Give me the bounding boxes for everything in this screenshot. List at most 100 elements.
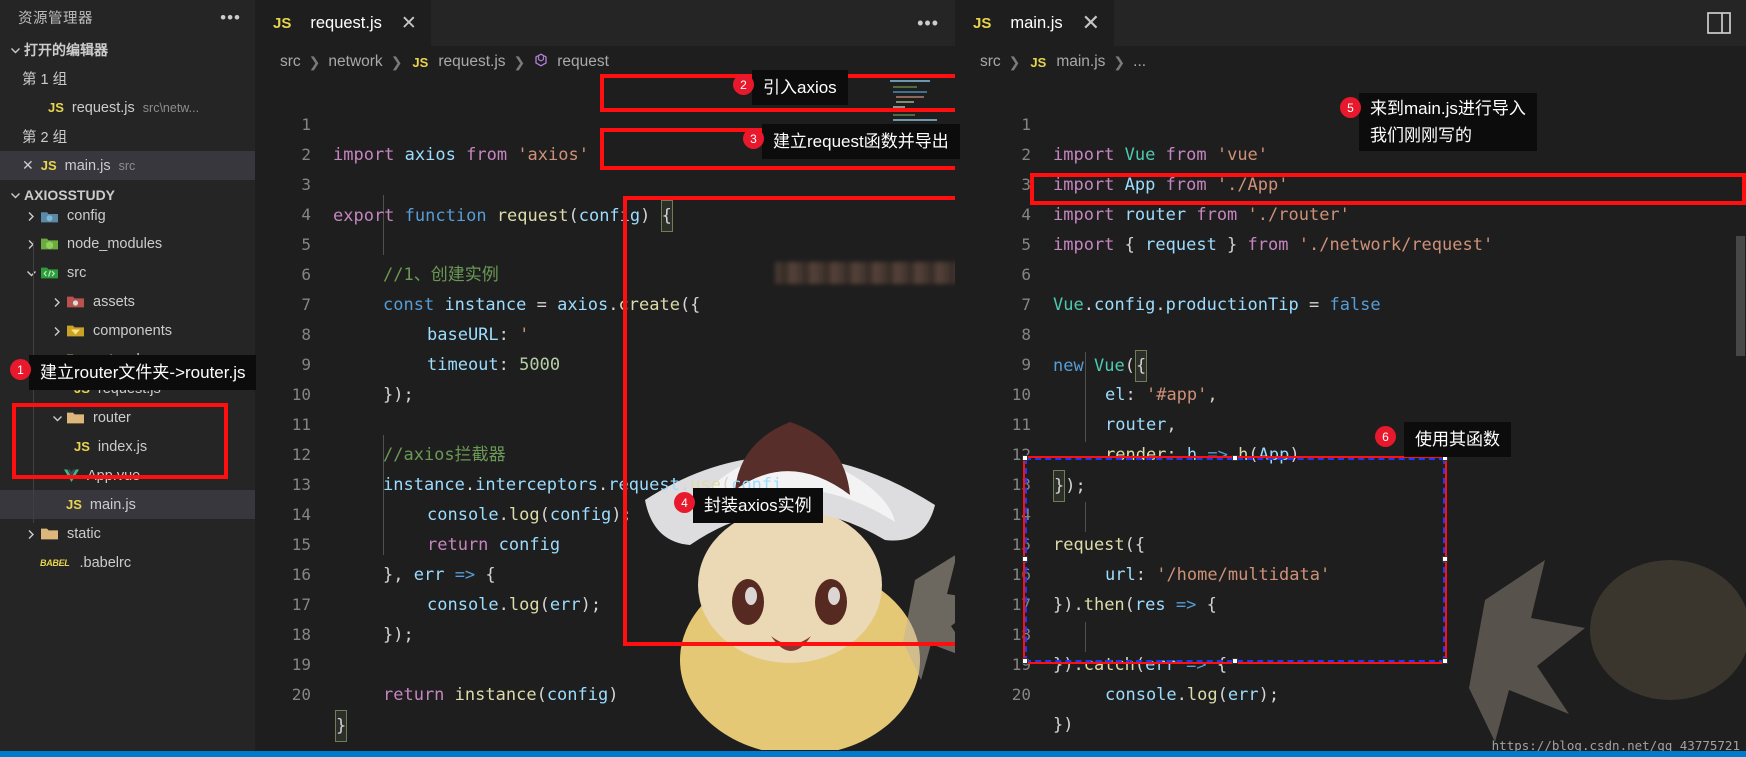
vscode-window: 资源管理器 ••• 打开的编辑器 第 1 组 JS request.js src…: [0, 0, 1746, 757]
open-editor-name: request.js: [71, 99, 135, 116]
file-tree: config node_modules src assets component…: [0, 203, 255, 577]
tree-item-src[interactable]: src: [0, 258, 255, 287]
indent-guide: [1085, 622, 1086, 652]
selection-handle[interactable]: [1022, 658, 1028, 664]
tab-request-js[interactable]: JS request.js ✕: [255, 0, 432, 46]
gear-folder-icon: [40, 209, 59, 224]
tree-item-router[interactable]: router: [0, 403, 255, 432]
editor-group-2-label: 第 2 组: [22, 130, 68, 146]
code-main-js[interactable]: 1 import Vue from 'vue' 2 import App fro…: [955, 80, 1746, 757]
breadcrumb-file[interactable]: main.js: [1056, 53, 1105, 71]
line-content: return config: [427, 535, 561, 555]
status-bar: [0, 751, 1746, 757]
selection-handle[interactable]: [1232, 455, 1238, 461]
js-file-icon: JS: [1030, 54, 1047, 70]
components-folder-icon: [66, 323, 85, 338]
selection-handle[interactable]: [1442, 556, 1448, 562]
tree-item-static[interactable]: static: [0, 519, 255, 548]
callout-1: 1 建立router文件夹->router.js: [10, 355, 257, 390]
open-editor-path: src\netw...: [142, 100, 200, 115]
node-folder-icon: [40, 236, 59, 251]
chevron-right-icon: ❯: [1113, 53, 1126, 70]
chevron-right-icon: [22, 209, 40, 223]
line-content: //axios拦截器: [383, 445, 506, 465]
folder-icon: [66, 410, 85, 425]
breadcrumb-network[interactable]: network: [328, 53, 382, 71]
tree-item-label: src: [67, 264, 87, 281]
tree-item-main-js[interactable]: JS main.js: [0, 490, 255, 519]
callout-text: 使用其函数: [1404, 422, 1511, 457]
breadcrumb-src[interactable]: src: [980, 53, 1001, 71]
line-content: Vue.config.productionTip = false: [1053, 295, 1381, 315]
tree-item-app-vue[interactable]: App.vue: [0, 461, 255, 490]
code-line[interactable]: 20 }: [255, 650, 348, 757]
breadcrumb-symbol[interactable]: request: [557, 53, 609, 71]
callout-text-line1: 来到main.js进行导入: [1370, 99, 1526, 118]
line-content: import Vue from 'vue': [1053, 145, 1269, 165]
open-editors-section-header[interactable]: 打开的编辑器: [0, 35, 255, 64]
callout-6: 6 使用其函数: [1375, 422, 1511, 457]
tree-item-label: assets: [93, 293, 135, 310]
close-icon[interactable]: ✕: [401, 12, 417, 35]
vue-icon: [63, 468, 80, 483]
close-icon[interactable]: ✕: [1082, 10, 1100, 36]
breadcrumb-ellipsis[interactable]: ...: [1133, 53, 1146, 71]
tree-item-node_modules[interactable]: node_modules: [0, 229, 255, 258]
js-file-icon: JS: [973, 14, 992, 32]
open-editor-request-js[interactable]: JS request.js src\netw...: [0, 93, 255, 122]
callout-3: 3 建立request函数并导出: [743, 124, 960, 159]
selection-handle[interactable]: [1232, 658, 1238, 664]
open-editor-main-js[interactable]: ✕ JS main.js src: [0, 151, 255, 180]
line-content: });: [1053, 470, 1086, 502]
vertical-scrollbar[interactable]: [1735, 46, 1746, 757]
scrollbar-thumb[interactable]: [1736, 236, 1745, 356]
tree-item-label: components: [93, 322, 172, 339]
js-file-icon: JS: [412, 54, 429, 70]
tree-item-assets[interactable]: assets: [0, 287, 255, 316]
tree-item-index-js[interactable]: JS index.js: [0, 432, 255, 461]
line-content: import axios from 'axios': [333, 145, 589, 165]
chevron-right-icon: [48, 324, 66, 338]
tree-item-components[interactable]: components: [0, 316, 255, 345]
js-file-icon: JS: [40, 158, 57, 173]
tree-item-label: App.vue: [87, 467, 141, 484]
callout-badge: 4: [674, 492, 695, 513]
tree-item-babelrc[interactable]: BABEL .babelrc: [0, 548, 255, 577]
code-line[interactable]: 20 }): [955, 650, 1074, 757]
line-content: }).catch(err => {: [1053, 655, 1228, 675]
editor-group-1-label: 第 1 组: [22, 72, 68, 88]
tree-item-label: .babelrc: [79, 554, 132, 571]
editor-actions-mid[interactable]: •••: [917, 0, 955, 46]
selection-handle[interactable]: [1442, 658, 1448, 664]
code-line[interactable]: 1 import axios from 'axios': [255, 80, 955, 165]
explorer-more-icon[interactable]: •••: [220, 9, 241, 26]
callout-text: 引入axios: [744, 70, 848, 105]
breadcrumb-src[interactable]: src: [280, 53, 301, 71]
breadcrumb-file[interactable]: request.js: [438, 53, 505, 71]
line-content: request({: [1053, 535, 1146, 555]
selection-handle[interactable]: [1022, 455, 1028, 461]
chevron-right-icon: [48, 295, 66, 309]
line-content: console.log(config);: [427, 505, 632, 525]
line-content: new Vue({: [1053, 350, 1148, 382]
callout-badge: 6: [1375, 426, 1396, 447]
more-actions-icon[interactable]: •••: [917, 13, 939, 34]
callout-badge: 5: [1340, 97, 1361, 118]
split-editor-icon[interactable]: [1706, 11, 1732, 40]
callout-text: 封装axios实例: [685, 488, 823, 523]
selection-handle[interactable]: [1022, 556, 1028, 562]
tree-item-label: node_modules: [67, 235, 163, 252]
tab-main-js[interactable]: JS main.js ✕: [955, 0, 1116, 46]
line-content: });: [383, 625, 414, 645]
tree-item-config[interactable]: config: [0, 203, 255, 229]
callout-5: 5 来到main.js进行导入 我们刚刚写的: [1340, 93, 1537, 151]
callout-badge: 3: [743, 128, 764, 149]
chevron-right-icon: ❯: [513, 53, 526, 70]
src-folder-icon: [40, 265, 59, 280]
js-file-icon: JS: [74, 439, 90, 454]
line-content: url: '/home/multidata': [1105, 565, 1331, 585]
code-request-js[interactable]: 1 import axios from 'axios' 2 3 export f…: [255, 80, 955, 757]
close-icon[interactable]: ✕: [22, 157, 34, 174]
line-content: timeout: 5000: [427, 355, 561, 375]
open-editor-path: src: [118, 158, 136, 173]
